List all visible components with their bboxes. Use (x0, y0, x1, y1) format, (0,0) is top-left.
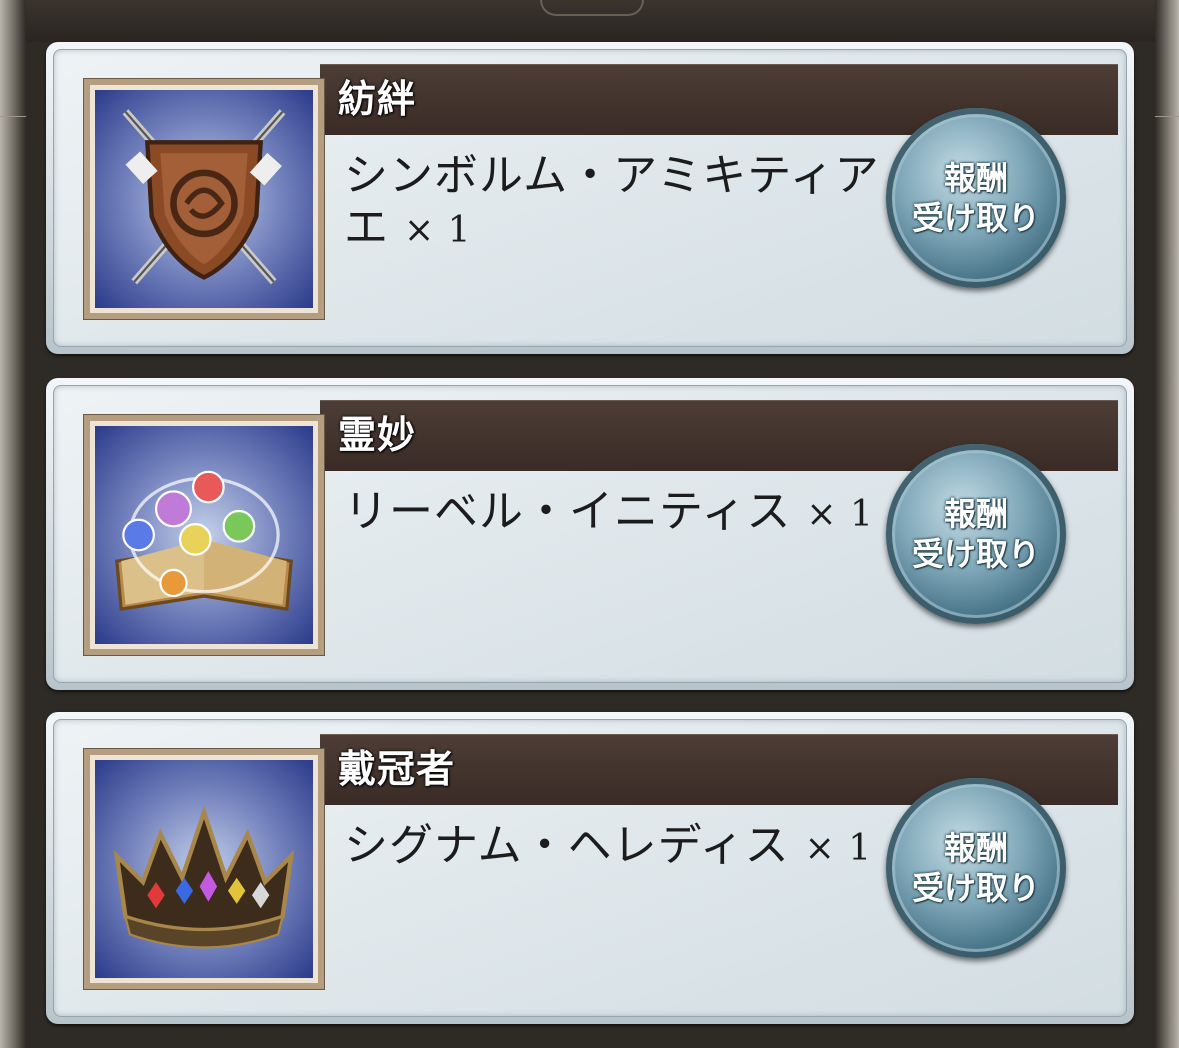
left-frame (0, 0, 26, 1048)
crown-icon (95, 760, 313, 978)
shield-icon (95, 90, 313, 308)
claim-reward-button[interactable]: 報酬 受け取り (886, 108, 1066, 288)
frame-line (1155, 116, 1179, 117)
item-icon-frame (84, 415, 324, 655)
reward-card-symbolum: 紡絆 シンボルム・アミキティア エ × 1 報酬 受け取り (46, 42, 1134, 354)
reward-quantity: × 1 (804, 828, 873, 869)
reward-category: 戴冠者 (338, 747, 456, 791)
frame-ornament (540, 0, 644, 16)
reward-card-body: 紡絆 シンボルム・アミキティア エ × 1 報酬 受け取り (53, 49, 1127, 347)
claim-reward-button[interactable]: 報酬 受け取り (886, 444, 1066, 624)
frame-line (0, 116, 26, 117)
spellbook-icon (95, 426, 313, 644)
claim-button-label-line1: 報酬 (943, 159, 1008, 197)
item-name-line-2: エ × 1 (344, 202, 884, 257)
reward-quantity: × 1 (806, 494, 874, 535)
top-frame (0, 0, 1179, 42)
reward-card-body: 戴冠者 シグナム・ヘレディス × 1 報酬 受け取り (53, 719, 1127, 1017)
claim-button-label-line1: 報酬 (943, 829, 1008, 867)
item-name-text: シグナム・ヘレディス (344, 820, 790, 871)
item-name-line: シンボルム・アミキティア (344, 150, 880, 201)
claim-button-label-line2: 受け取り (911, 199, 1040, 237)
item-name-text: リーベル・イニティス (344, 486, 792, 537)
claim-button-label-line2: 受け取り (911, 535, 1040, 573)
claim-button-label-line1: 報酬 (943, 495, 1008, 533)
claim-reward-button[interactable]: 報酬 受け取り (886, 778, 1066, 958)
item-name-continued: エ (344, 202, 389, 253)
reward-item-name: シグナム・ヘレディス × 1 (344, 820, 884, 875)
item-icon-frame (84, 79, 324, 319)
reward-category: 紡絆 (338, 77, 417, 121)
item-name-line: シグナム・ヘレディス × 1 (344, 820, 884, 875)
reward-card-signum: 戴冠者 シグナム・ヘレディス × 1 報酬 受け取り (46, 712, 1134, 1024)
reward-card-liber: 霊妙 リーベル・イニティス × 1 報酬 受け取り (46, 378, 1134, 690)
claim-button-label-line2: 受け取り (911, 869, 1040, 907)
right-frame (1155, 0, 1179, 1048)
reward-category: 霊妙 (338, 413, 417, 457)
item-name-line: リーベル・イニティス × 1 (344, 486, 884, 541)
reward-item-name: シンボルム・アミキティア エ × 1 (344, 150, 884, 257)
item-icon-frame (84, 749, 324, 989)
reward-item-name: リーベル・イニティス × 1 (344, 486, 884, 541)
reward-quantity: × 1 (404, 210, 472, 251)
reward-card-body: 霊妙 リーベル・イニティス × 1 報酬 受け取り (53, 385, 1127, 683)
